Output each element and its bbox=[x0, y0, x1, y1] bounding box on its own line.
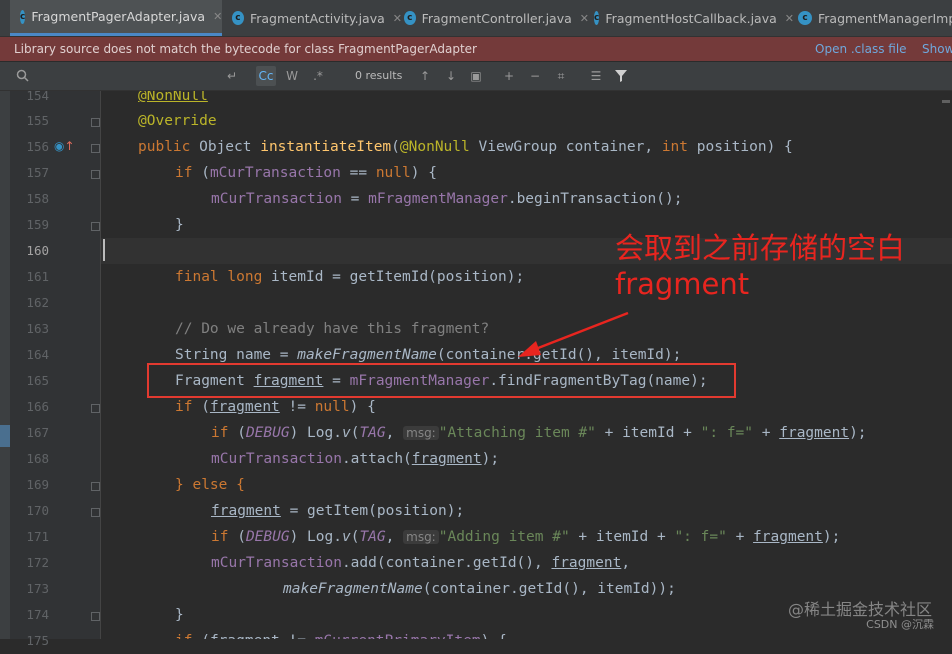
annotation-text-line2: fragment bbox=[615, 267, 750, 301]
annotation-arrow bbox=[518, 311, 629, 357]
annotation-text-line1: 会取到之前存储的空白 bbox=[615, 231, 906, 265]
watermark-csdn: CSDN @沉霖 bbox=[866, 618, 934, 631]
